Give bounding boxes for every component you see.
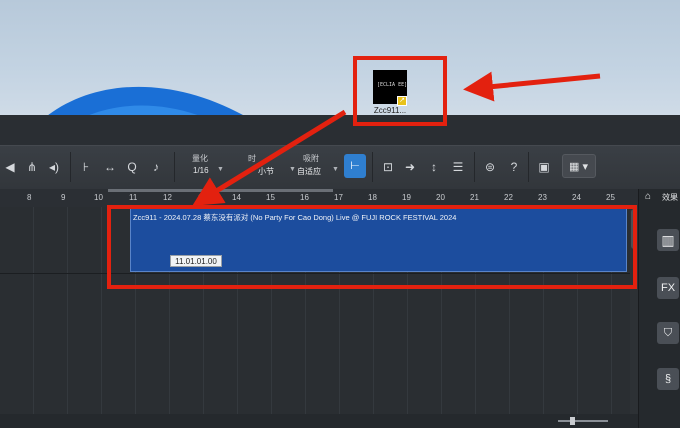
grid-line <box>67 207 68 428</box>
instruments-icon[interactable]: ▥ <box>657 229 679 251</box>
zoom-slider-knob[interactable] <box>570 417 575 425</box>
ruler-bar-number: 10 <box>94 193 103 202</box>
quantize-label: 量化 <box>192 154 208 163</box>
ruler-bar-number: 21 <box>470 193 479 202</box>
chevron-down-icon[interactable]: ▼ <box>217 166 224 173</box>
toolbar-divider <box>474 152 475 182</box>
ruler-bar-number: 11 <box>129 193 138 202</box>
window-titlebar <box>0 115 680 145</box>
ruler-bar-number: 14 <box>232 193 241 202</box>
grid-view-button[interactable]: ▦ ▾ <box>562 154 596 178</box>
follow-icon[interactable]: ➜ <box>400 154 420 180</box>
effects-tab[interactable]: 效果 <box>662 192 678 203</box>
loops-icon[interactable]: § <box>657 368 679 390</box>
ruler-bar-number: 19 <box>402 193 411 202</box>
shield-icon[interactable]: ⛉ <box>657 322 679 344</box>
ruler-bar-number: 13 <box>198 193 207 202</box>
desktop-wallpaper: [ECLIA EE] ↗ Zcc911... <box>0 0 680 115</box>
ruler-bar-number: 23 <box>538 193 547 202</box>
loop-range-bar[interactable] <box>108 189 333 192</box>
quantize-value[interactable]: 1/16 <box>193 166 209 175</box>
snap-label: 吸附 <box>303 154 319 163</box>
fx-button[interactable]: FX <box>657 277 679 299</box>
home-icon[interactable]: ⌂ <box>645 191 659 205</box>
ruler-bar-number: 15 <box>266 193 275 202</box>
timebase-label: 时 <box>248 154 256 163</box>
windows-bloom-wallpaper <box>48 86 243 115</box>
ruler-bar-number: 20 <box>436 193 445 202</box>
ruler-bar-number: 24 <box>572 193 581 202</box>
stretch-tool-icon[interactable]: ↔ <box>100 154 120 180</box>
grid-line <box>33 207 34 428</box>
toolbar-divider <box>70 152 71 182</box>
video-icon[interactable]: ▣ <box>534 154 554 180</box>
ruler-bar-number: 22 <box>504 193 513 202</box>
annotation-box-clip <box>107 205 637 289</box>
ruler-bar-number: 12 <box>163 193 172 202</box>
mute-tool-icon[interactable]: ◀ <box>0 154 20 180</box>
ruler-bar-number: 25 <box>606 193 615 202</box>
ruler-bar-number: 17 <box>334 193 343 202</box>
split-tool-icon[interactable]: ⋔ <box>22 154 42 180</box>
draw-tool-icon[interactable]: ♪ <box>146 154 166 180</box>
chevron-down-icon[interactable]: ▼ <box>289 166 296 173</box>
browser-panel <box>638 189 680 428</box>
toolbar-divider <box>528 152 529 182</box>
timebase-value[interactable]: 小节 <box>258 166 274 177</box>
edit-toolbar: ◀ ⋔ ◂) ⊦ ↔ Q ♪ 量化 1/16 ▼ 时 小节 ▼ 吸附 自适应 ▼… <box>0 145 680 191</box>
toolbar-divider <box>372 152 373 182</box>
snap-toggle-button[interactable]: ⊢ <box>344 154 366 178</box>
chevron-down-icon[interactable]: ▼ <box>332 166 339 173</box>
bend-tool-icon[interactable]: ⊦ <box>76 154 96 180</box>
zoom-tool-icon[interactable]: Q <box>122 154 142 180</box>
split-at-cursor-icon[interactable]: ↕ <box>424 154 444 180</box>
snap-value[interactable]: 自适应 <box>297 166 321 177</box>
ruler-bar-number: 9 <box>61 193 66 202</box>
ruler-bar-number: 18 <box>368 193 377 202</box>
listen-tool-icon[interactable]: ◂) <box>44 154 64 180</box>
toolbar-divider <box>174 152 175 182</box>
loop-icon[interactable]: ⊡ <box>378 154 398 180</box>
help-icon[interactable]: ? <box>504 154 524 180</box>
ruler-bar-number: 16 <box>300 193 309 202</box>
annotation-box-file <box>353 56 447 126</box>
zoom-slider-track[interactable] <box>558 420 608 422</box>
ruler-bar-number: 8 <box>27 193 32 202</box>
horizontal-scrollbar[interactable] <box>0 414 638 428</box>
grid-line <box>101 207 102 428</box>
marker-icon[interactable]: ⊜ <box>480 154 500 180</box>
fit-height-icon[interactable]: ☰ <box>448 154 468 180</box>
